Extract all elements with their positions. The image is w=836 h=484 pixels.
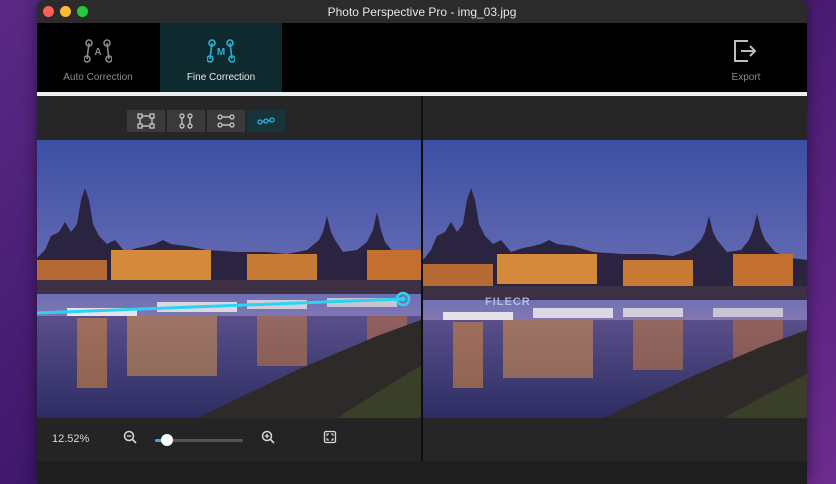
dresden-night-photo: [37, 140, 421, 418]
editor-pane: 12.52%: [37, 96, 421, 461]
auto-correction-button[interactable]: A Auto Correction: [37, 23, 159, 92]
dresden-night-preview: [423, 140, 807, 418]
watermark-text: FILECR: [485, 296, 531, 308]
corrected-preview-photo: [423, 140, 807, 418]
export-icon: [734, 40, 757, 62]
zoom-bar: 12.52%: [37, 418, 421, 461]
fine-correction-icon: M: [207, 39, 235, 63]
export-button[interactable]: Export: [685, 23, 807, 92]
fine-correction-button[interactable]: M Fine Correction: [160, 23, 282, 92]
correction-mode-selector: [127, 110, 287, 132]
zoom-slider[interactable]: [155, 434, 243, 446]
export-label: Export: [731, 72, 761, 83]
preview-pane: FILECR: [423, 96, 807, 461]
window-footer: [37, 461, 807, 484]
horizontal-lines-icon: [217, 114, 235, 128]
fine-correction-label: Fine Correction: [186, 72, 256, 83]
single-line-icon: [257, 117, 275, 125]
title-bar: Photo Perspective Pro - img_03.jpg: [37, 0, 807, 24]
zoom-out-icon[interactable]: [123, 430, 137, 444]
zoom-percentage: 12.52%: [52, 433, 90, 445]
main-toolbar: A Auto Correction M Fine Correction Expo…: [37, 23, 807, 92]
source-photo[interactable]: [37, 140, 421, 418]
vertical-lines-icon: [179, 113, 193, 129]
mode-vertical-lines-button[interactable]: [167, 110, 205, 132]
rectangle-nodes-icon: [137, 113, 155, 129]
window-title: Photo Perspective Pro - img_03.jpg: [327, 5, 517, 19]
app-window: Photo Perspective Pro - img_03.jpg A Aut…: [37, 0, 807, 484]
svg-text:A: A: [94, 47, 101, 58]
auto-correction-label: Auto Correction: [63, 72, 133, 83]
auto-correction-icon: A: [84, 39, 112, 63]
mode-free-transform-button[interactable]: [127, 110, 165, 132]
mode-horizontal-lines-button[interactable]: [207, 110, 245, 132]
zoom-slider-thumb[interactable]: [161, 434, 174, 446]
zoom-in-icon[interactable]: [261, 430, 275, 444]
mode-line-button[interactable]: [247, 110, 285, 132]
svg-text:M: M: [217, 47, 225, 58]
fit-to-screen-icon[interactable]: [323, 430, 337, 444]
